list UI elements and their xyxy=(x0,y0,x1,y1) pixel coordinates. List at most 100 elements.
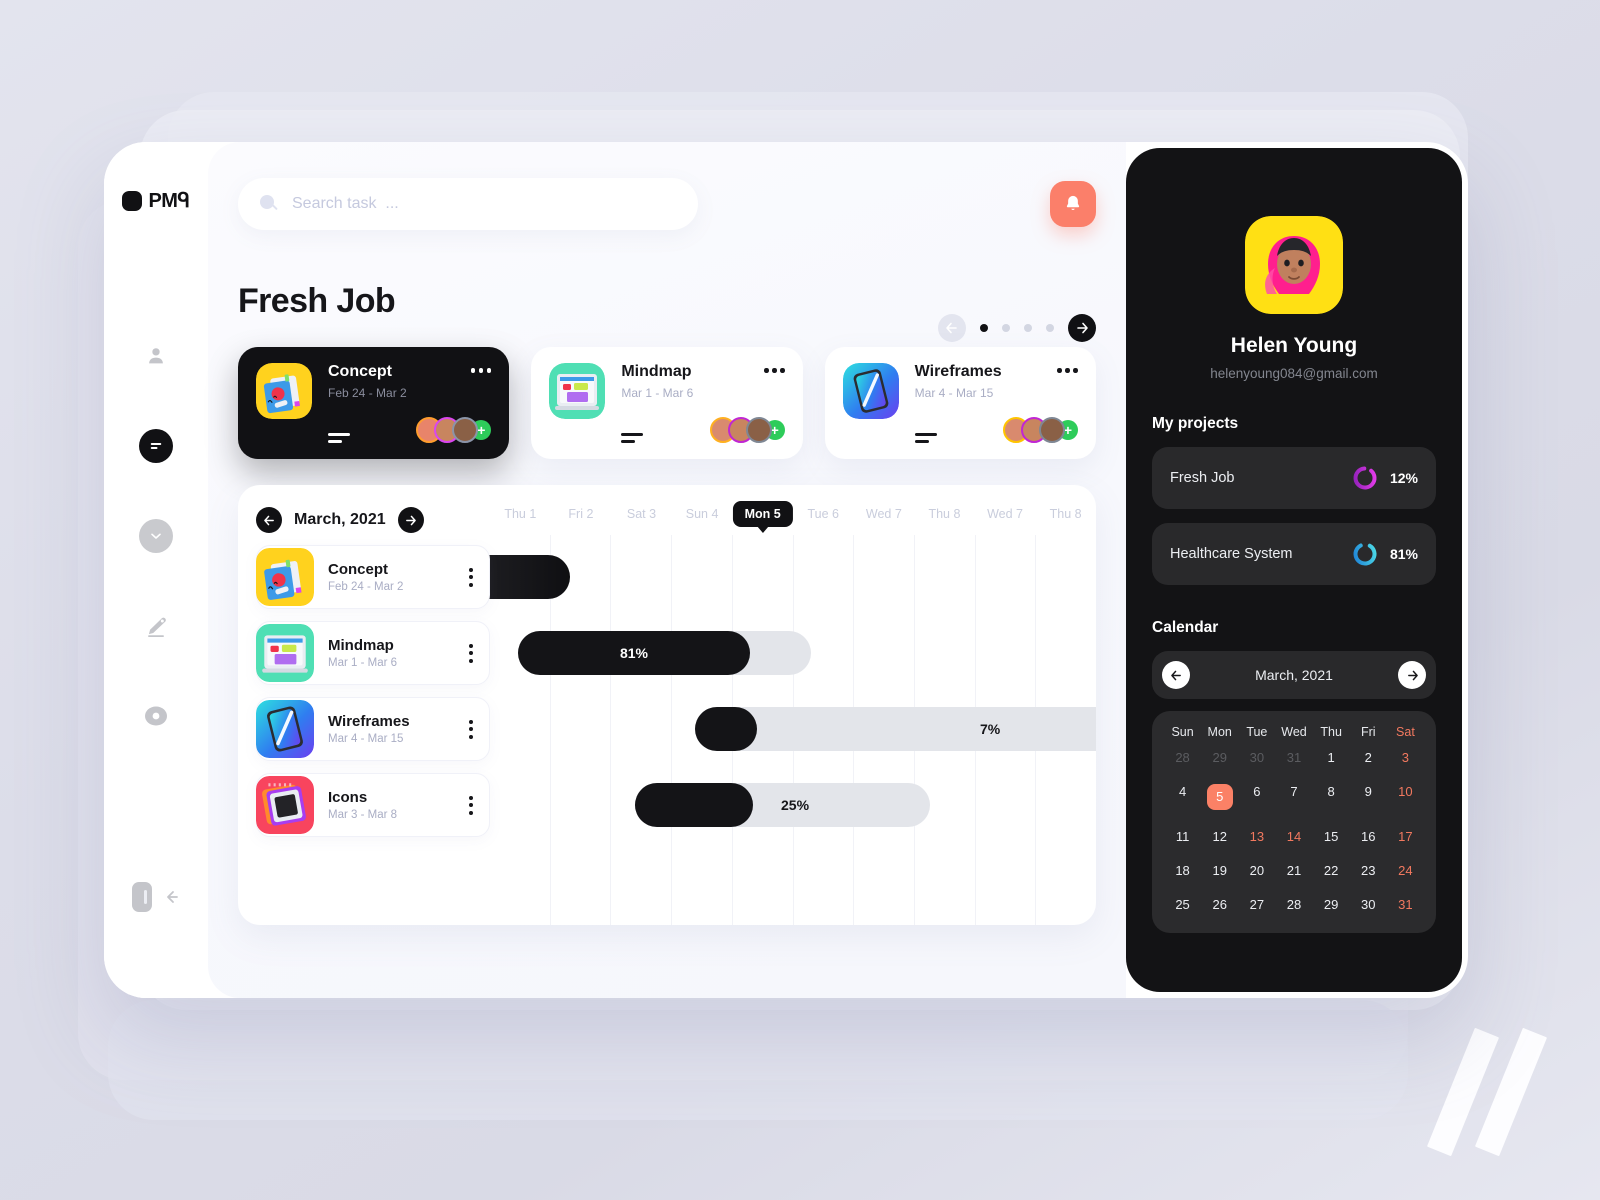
vertical-dots-icon[interactable] xyxy=(469,795,473,815)
calendar-day[interactable]: 27 xyxy=(1238,892,1275,917)
gantt-task-row-icons[interactable]: Icons Mar 3 - Mar 8 xyxy=(256,773,490,837)
avatar[interactable] xyxy=(1245,216,1343,314)
list-lines-icon xyxy=(621,433,644,443)
gantt-task-dates: Feb 24 - Mar 2 xyxy=(328,581,404,593)
calendar-day[interactable]: 2 xyxy=(1350,745,1387,770)
calendar-day[interactable]: 31 xyxy=(1275,745,1312,770)
calendar-day[interactable]: 13 xyxy=(1238,824,1275,849)
calendar-day[interactable]: 8 xyxy=(1313,779,1350,815)
carousel-next-button[interactable] xyxy=(1068,314,1096,342)
project-card-title: Wireframes xyxy=(914,363,1002,380)
project-card-list: Concept Feb 24 - Mar 2 + Mindmap Mar 1 -… xyxy=(238,347,1096,459)
calendar-day[interactable]: 12 xyxy=(1201,824,1238,849)
calendar-day[interactable]: 17 xyxy=(1387,824,1424,849)
gantt-task-row-wireframes[interactable]: Wireframes Mar 4 - Mar 15 xyxy=(256,697,490,761)
calendar-day[interactable]: 25 xyxy=(1164,892,1201,917)
calendar-day[interactable]: 3 xyxy=(1387,745,1424,770)
calendar-day[interactable]: 1 xyxy=(1313,745,1350,770)
search-bar[interactable] xyxy=(238,178,698,230)
gantt-day-label: Sun 4 xyxy=(685,507,719,521)
calendar-day[interactable]: 11 xyxy=(1164,824,1201,849)
collapse-sidebar-button[interactable] xyxy=(104,882,208,912)
app-window: PMᑫ Search task ... Fresh Job Concept Fe… xyxy=(104,142,1468,998)
vertical-dots-icon[interactable] xyxy=(469,567,473,587)
brand-name: PMᑫ xyxy=(148,190,190,212)
calendar-day[interactable]: 28 xyxy=(1164,745,1201,770)
carousel-dot[interactable] xyxy=(1002,324,1010,332)
calendar-day[interactable]: 7 xyxy=(1275,779,1312,815)
calendar-day[interactable]: 9 xyxy=(1350,779,1387,815)
carousel-dot[interactable] xyxy=(1024,324,1032,332)
search-input[interactable] xyxy=(292,195,676,213)
sidebar-item-tasks[interactable] xyxy=(139,429,173,463)
calendar-day[interactable]: 22 xyxy=(1313,858,1350,883)
gantt-fill[interactable] xyxy=(695,707,757,751)
gantt-task-row-concept[interactable]: Concept Feb 24 - Mar 2 xyxy=(256,545,490,609)
sidebar-item-profile[interactable] xyxy=(139,339,173,373)
calendar-day[interactable]: 20 xyxy=(1238,858,1275,883)
calendar-next-button[interactable] xyxy=(1398,661,1426,689)
gantt-track: 25% xyxy=(635,783,930,827)
calendar-day[interactable]: 23 xyxy=(1350,858,1387,883)
vertical-dots-icon[interactable] xyxy=(469,643,473,663)
calendar-days-grid: 28 29 30 31 1 2 3 4 5 6 7 8 9 10 11 12 13 14 15 16 17 18 19 20 2… xyxy=(1164,745,1424,917)
vertical-dots-icon[interactable] xyxy=(469,719,473,739)
calendar-day[interactable]: 5 xyxy=(1201,779,1238,815)
calendar-day[interactable]: 31 xyxy=(1387,892,1424,917)
brand-logo[interactable]: PMᑫ xyxy=(122,188,190,213)
calendar-day[interactable]: 30 xyxy=(1238,745,1275,770)
calendar-weekday: Thu xyxy=(1320,725,1342,739)
carousel-dot[interactable] xyxy=(1046,324,1054,332)
calendar-day[interactable]: 16 xyxy=(1350,824,1387,849)
calendar-prev-button[interactable] xyxy=(1162,661,1190,689)
project-item-fresh-job[interactable]: Fresh Job 12% xyxy=(1152,447,1436,509)
calendar-day[interactable]: 4 xyxy=(1164,779,1201,815)
gantt-fill[interactable]: 81% xyxy=(518,631,750,675)
calendar-day[interactable]: 18 xyxy=(1164,858,1201,883)
gantt-task-row-mindmap[interactable]: Mindmap Mar 1 - Mar 6 xyxy=(256,621,490,685)
calendar-day[interactable]: 10 xyxy=(1387,779,1424,815)
project-card-wireframes[interactable]: Wireframes Mar 4 - Mar 15 + xyxy=(824,347,1096,459)
gantt-bar-label: 81% xyxy=(619,645,649,661)
progress-ring-icon xyxy=(1352,465,1378,491)
calendar-day[interactable]: 30 xyxy=(1350,892,1387,917)
concept-thumb-icon xyxy=(256,363,312,419)
project-item-healthcare-system[interactable]: Healthcare System 81% xyxy=(1152,523,1436,585)
sidebar-item-settings[interactable] xyxy=(139,699,173,733)
calendar-month-nav: March, 2021 xyxy=(1152,651,1436,699)
gantt-bar-row-concept xyxy=(410,539,1096,615)
carousel-dot[interactable] xyxy=(980,324,988,332)
calendar-month-label: March, 2021 xyxy=(1255,667,1333,683)
calendar-title: Calendar xyxy=(1152,619,1219,636)
gantt-fill[interactable] xyxy=(635,783,753,827)
calendar-day[interactable]: 26 xyxy=(1201,892,1238,917)
gantt-day-label: Thu 1 xyxy=(504,507,537,521)
calendar-day[interactable]: 29 xyxy=(1313,892,1350,917)
carousel-pager xyxy=(938,314,1096,342)
calendar-day[interactable]: 24 xyxy=(1387,858,1424,883)
calendar-day[interactable]: 29 xyxy=(1201,745,1238,770)
decor-card-bottom xyxy=(108,1000,1408,1120)
notifications-button[interactable] xyxy=(1050,181,1096,227)
ellipsis-icon[interactable] xyxy=(764,363,785,373)
gantt-month-label: March, 2021 xyxy=(294,511,386,528)
project-card-concept[interactable]: Concept Feb 24 - Mar 2 + xyxy=(238,347,510,459)
gantt-next-month-button[interactable] xyxy=(397,507,424,533)
calendar-day[interactable]: 19 xyxy=(1201,858,1238,883)
calendar-day[interactable]: 14 xyxy=(1275,824,1312,849)
calendar-day[interactable]: 21 xyxy=(1275,858,1312,883)
calendar-day[interactable]: 28 xyxy=(1275,892,1312,917)
carousel-prev-button[interactable] xyxy=(938,314,966,342)
calendar-day[interactable]: 6 xyxy=(1238,779,1275,815)
gantt-prev-month-button[interactable] xyxy=(256,507,282,533)
sidebar-item-edit[interactable] xyxy=(139,609,173,643)
ellipsis-icon[interactable] xyxy=(470,363,492,373)
project-card-mindmap[interactable]: Mindmap Mar 1 - Mar 6 + xyxy=(531,347,803,459)
calendar-day[interactable]: 15 xyxy=(1313,824,1350,849)
mindmap-thumb-icon xyxy=(549,363,606,419)
sidebar-item-messages[interactable] xyxy=(139,519,173,553)
avatar-group: + xyxy=(1002,417,1078,443)
ellipsis-icon[interactable] xyxy=(1057,363,1078,373)
calendar-weekday: Sun xyxy=(1171,725,1194,739)
gantt-bar-label: 25% xyxy=(781,797,810,813)
